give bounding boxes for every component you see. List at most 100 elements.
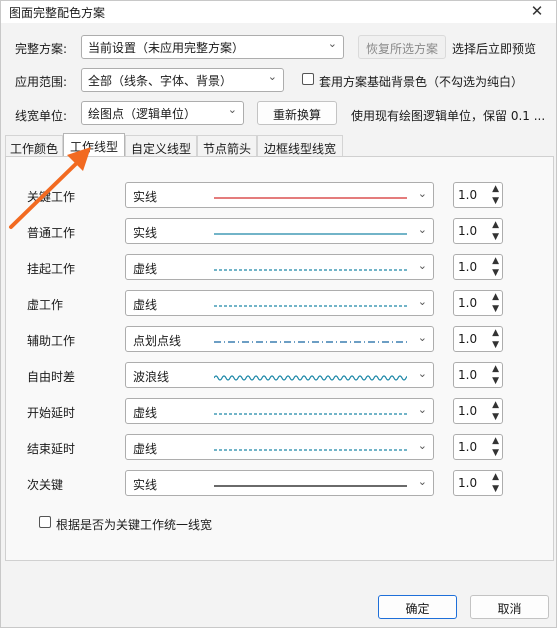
scope-label: 应用范围: <box>15 75 68 89</box>
cancel-button[interactable]: 取消 <box>470 595 549 619</box>
tab-node-arrow[interactable]: 节点箭头 <box>197 135 257 157</box>
row-label: 虚工作 <box>27 298 64 312</box>
chevron-down-icon: ⌄ <box>417 475 427 488</box>
scheme-label: 完整方案: <box>15 42 68 56</box>
linetype-preview <box>214 233 407 235</box>
line-width-spinner[interactable]: 1.0 ▲ ▼ <box>453 362 503 388</box>
chevron-up-icon[interactable]: ▲ <box>492 184 499 194</box>
linetype-name: 实线 <box>133 226 158 240</box>
linetype-select[interactable]: 虚线 ⌄ <box>125 398 434 424</box>
tab-border-linewidth[interactable]: 边框线型线宽 <box>257 135 343 157</box>
line-width-spinner[interactable]: 1.0 ▲ ▼ <box>453 398 503 424</box>
line-width-value: 1.0 <box>458 404 478 418</box>
scheme-select[interactable]: 当前设置（未应用完整方案） ⌄ <box>81 35 344 59</box>
linetype-name: 虚线 <box>133 262 158 276</box>
chevron-up-icon[interactable]: ▲ <box>492 400 499 410</box>
row-label: 关键工作 <box>27 190 76 204</box>
chevron-up-icon[interactable]: ▲ <box>492 292 499 302</box>
linetype-name: 点划点线 <box>133 334 182 348</box>
line-width-value: 1.0 <box>458 188 478 202</box>
chevron-down-icon[interactable]: ▼ <box>492 304 499 314</box>
linetype-select[interactable]: 实线 ⌄ <box>125 470 434 496</box>
chevron-down-icon: ⌄ <box>417 187 427 200</box>
linetype-preview <box>214 305 407 307</box>
chevron-down-icon[interactable]: ▼ <box>492 268 499 278</box>
tab-work-linetype[interactable]: 工作线型 <box>63 133 125 157</box>
line-width-spinner[interactable]: 1.0 ▲ ▼ <box>453 434 503 460</box>
linetype-name: 虚线 <box>133 442 158 456</box>
scheme-value: 当前设置（未应用完整方案） <box>88 41 245 55</box>
line-width-spinner[interactable]: 1.0 ▲ ▼ <box>453 326 503 352</box>
chevron-down-icon[interactable]: ▼ <box>492 448 499 458</box>
close-icon[interactable]: ✕ <box>528 2 546 20</box>
chevron-down-icon: ⌄ <box>327 37 337 50</box>
linetype-select[interactable]: 实线 ⌄ <box>125 182 434 208</box>
chevron-down-icon[interactable]: ▼ <box>492 484 499 494</box>
linetype-preview <box>214 269 407 271</box>
chevron-up-icon[interactable]: ▲ <box>492 472 499 482</box>
linetype-name: 虚线 <box>133 298 158 312</box>
linetype-select[interactable]: 虚线 ⌄ <box>125 434 434 460</box>
tab-custom-linetype[interactable]: 自定义线型 <box>125 135 197 157</box>
chevron-up-icon[interactable]: ▲ <box>492 436 499 446</box>
line-width-spinner[interactable]: 1.0 ▲ ▼ <box>453 470 503 496</box>
restore-scheme-button[interactable]: 恢复所选方案 <box>358 35 446 59</box>
line-width-spinner[interactable]: 1.0 ▲ ▼ <box>453 254 503 280</box>
row-label: 辅助工作 <box>27 334 76 348</box>
linetype-name: 实线 <box>133 478 158 492</box>
tab-work-color[interactable]: 工作颜色 <box>5 135 63 157</box>
linetype-select[interactable]: 虚线 ⌄ <box>125 254 434 280</box>
row-label: 结束延时 <box>27 442 76 456</box>
chevron-down-icon: ⌄ <box>417 331 427 344</box>
line-width-spinner[interactable]: 1.0 ▲ ▼ <box>453 218 503 244</box>
chevron-down-icon: ⌄ <box>267 70 277 83</box>
line-width-value: 1.0 <box>458 440 478 454</box>
scheme-hint: 选择后立即预览 <box>452 42 537 56</box>
chevron-down-icon: ⌄ <box>417 295 427 308</box>
chevron-down-icon: ⌄ <box>417 259 427 272</box>
chevron-up-icon[interactable]: ▲ <box>492 364 499 374</box>
line-width-value: 1.0 <box>458 224 478 238</box>
chevron-up-icon[interactable]: ▲ <box>492 256 499 266</box>
chevron-down-icon[interactable]: ▼ <box>492 376 499 386</box>
line-width-value: 1.0 <box>458 260 478 274</box>
linetype-preview <box>214 413 407 415</box>
scope-select[interactable]: 全部（线条、字体、背景） ⌄ <box>81 68 284 92</box>
row-label: 普通工作 <box>27 226 76 240</box>
unit-label: 线宽单位: <box>15 109 68 123</box>
linetype-select[interactable]: 点划点线 ⌄ <box>125 326 434 352</box>
line-width-value: 1.0 <box>458 332 478 346</box>
line-width-spinner[interactable]: 1.0 ▲ ▼ <box>453 290 503 316</box>
row-label: 次关键 <box>27 478 64 492</box>
ok-button[interactable]: 确定 <box>378 595 457 619</box>
base-background-checkbox[interactable] <box>302 73 314 85</box>
convert-button[interactable]: 重新换算 <box>257 101 337 125</box>
dialog-window: 图面完整配色方案 ✕ 完整方案: 当前设置（未应用完整方案） ⌄ 恢复所选方案 … <box>0 0 557 628</box>
tab-panel <box>5 156 554 561</box>
unit-select[interactable]: 绘图点（逻辑单位） ⌄ <box>81 101 244 125</box>
linetype-select[interactable]: 实线 ⌄ <box>125 218 434 244</box>
line-width-spinner[interactable]: 1.0 ▲ ▼ <box>453 182 503 208</box>
chevron-down-icon: ⌄ <box>417 223 427 236</box>
linetype-name: 虚线 <box>133 406 158 420</box>
chevron-down-icon: ⌄ <box>417 403 427 416</box>
chevron-down-icon[interactable]: ▼ <box>492 340 499 350</box>
chevron-down-icon[interactable]: ▼ <box>492 232 499 242</box>
unit-value: 绘图点（逻辑单位） <box>88 107 197 121</box>
linetype-preview <box>214 485 407 487</box>
chevron-down-icon[interactable]: ▼ <box>492 412 499 422</box>
row-label: 自由时差 <box>27 370 76 384</box>
linetype-preview <box>214 341 407 343</box>
row-label: 挂起工作 <box>27 262 76 276</box>
chevron-up-icon[interactable]: ▲ <box>492 328 499 338</box>
chevron-down-icon: ⌄ <box>417 439 427 452</box>
linetype-name: 实线 <box>133 190 158 204</box>
linetype-preview <box>214 449 407 451</box>
chevron-up-icon[interactable]: ▲ <box>492 220 499 230</box>
chevron-down-icon: ⌄ <box>417 367 427 380</box>
linetype-name: 波浪线 <box>133 370 170 384</box>
linetype-select[interactable]: 波浪线 ⌄ <box>125 362 434 388</box>
linetype-select[interactable]: 虚线 ⌄ <box>125 290 434 316</box>
uniform-width-checkbox[interactable] <box>39 516 51 528</box>
chevron-down-icon[interactable]: ▼ <box>492 196 499 206</box>
